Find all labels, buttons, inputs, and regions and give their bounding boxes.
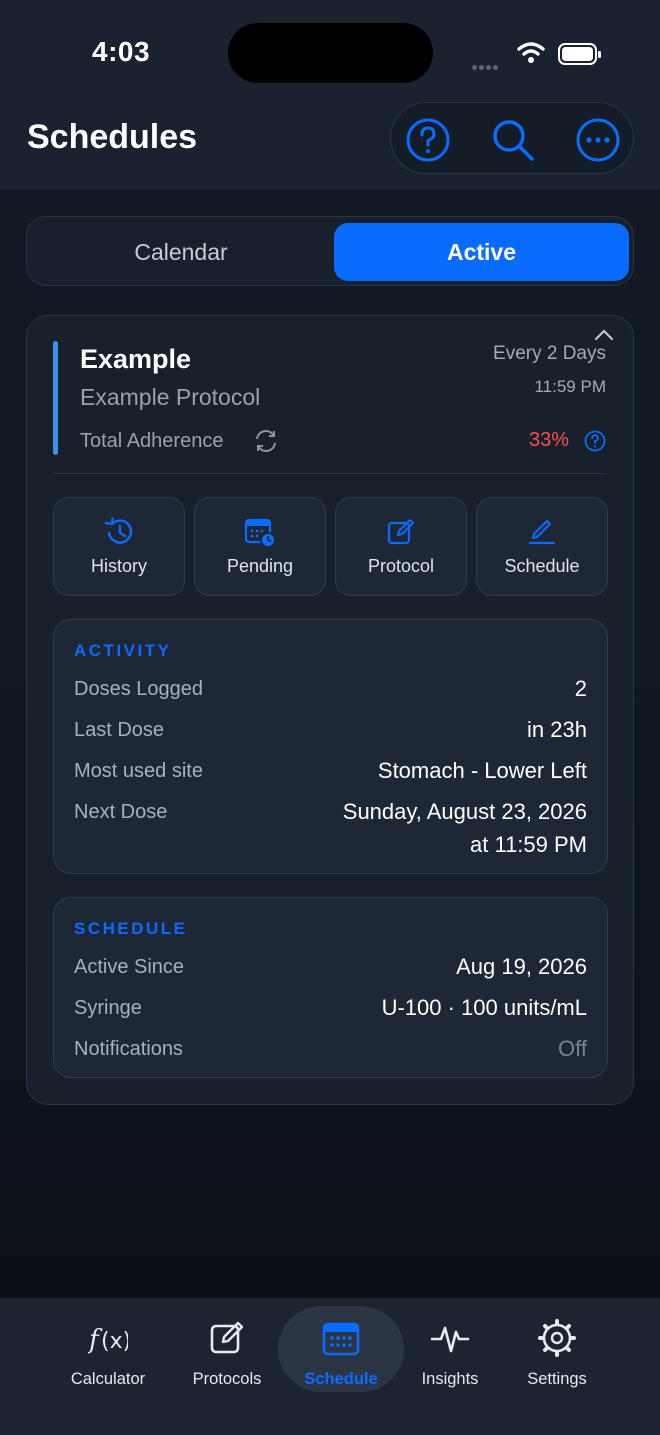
active-since-label: Active Since: [74, 956, 185, 978]
adherence-help-icon[interactable]: [584, 430, 606, 452]
tab-schedule-label: Schedule: [304, 1370, 378, 1388]
calendar-icon: [322, 1322, 360, 1356]
pencil-icon: [528, 520, 556, 545]
pending-button[interactable]: Pending: [194, 497, 326, 596]
pulse-icon: [430, 1326, 470, 1353]
card-divider: [53, 473, 607, 474]
edit-square-icon: [210, 1321, 244, 1354]
refresh-icon[interactable]: [253, 428, 279, 454]
last-dose-value: in 23h: [527, 717, 587, 742]
protocol-subtitle: Example Protocol: [80, 384, 261, 410]
top-header: 4:03 Schedules: [0, 0, 660, 190]
notifications-label: Notifications: [74, 1038, 183, 1060]
active-since-value: Aug 19, 2026: [456, 954, 587, 979]
calendar-clock-icon: [244, 518, 276, 548]
pending-label: Pending: [226, 556, 294, 576]
schedule-heading: SCHEDULE: [74, 919, 188, 938]
history-label: History: [90, 556, 147, 576]
doses-logged-value: 2: [574, 676, 587, 701]
protocol-color-bar: [53, 341, 58, 455]
wifi-icon: [517, 42, 545, 63]
adherence-label: Total Adherence: [80, 430, 224, 452]
syringe-value: U-100 · 100 units/mL: [381, 995, 587, 1020]
next-dose-time: at 11:59 PM: [470, 832, 587, 857]
cellular-signal-icon: [472, 57, 500, 75]
more-icon[interactable]: [575, 117, 621, 163]
last-dose-label: Last Dose: [74, 719, 165, 741]
schedule-edit-button[interactable]: Schedule: [476, 497, 608, 596]
dose-time-label: 11:59 PM: [534, 377, 606, 396]
tab-schedule[interactable]: Schedule: [278, 1306, 404, 1392]
tab-protocols-label: Protocols: [192, 1370, 262, 1388]
battery-icon: [558, 43, 601, 65]
most-used-site-label: Most used site: [74, 760, 203, 782]
most-used-site-value: Stomach - Lower Left: [377, 758, 587, 783]
tab-settings-label: Settings: [527, 1370, 587, 1388]
tab-bar: f (x) Calculator Protocols Schedule Insi…: [0, 1298, 660, 1435]
status-time: 4:03: [92, 36, 151, 67]
function-icon: f (x): [88, 1325, 128, 1355]
dynamic-island: [228, 23, 433, 83]
help-icon[interactable]: [405, 117, 451, 163]
tab-calculator[interactable]: f (x) Calculator: [45, 1306, 171, 1392]
schedule-card: Example Example Protocol Total Adherence…: [26, 315, 634, 1105]
view-segmented-control: Calendar Active: [26, 216, 634, 286]
frequency-label: Every 2 Days: [493, 343, 606, 364]
segment-calendar[interactable]: Calendar: [33, 223, 329, 281]
search-icon[interactable]: [490, 117, 536, 163]
syringe-label: Syringe: [74, 997, 142, 1019]
tab-protocols[interactable]: Protocols: [164, 1306, 290, 1392]
chevron-up-icon[interactable]: [593, 328, 615, 342]
svg-text:(x): (x): [101, 1329, 128, 1354]
protocol-label: Protocol: [367, 556, 435, 576]
edit-square-icon: [387, 519, 414, 545]
header-actions: [390, 102, 634, 174]
history-button[interactable]: History: [53, 497, 185, 596]
next-dose-label: Next Dose: [74, 801, 168, 823]
protocol-name: Example: [80, 344, 192, 374]
activity-section: ACTIVITY Doses Logged 2 Last Dose in 23h…: [53, 619, 608, 874]
tab-settings[interactable]: Settings: [494, 1306, 620, 1392]
next-dose-date: Sunday, August 23, 2026: [342, 799, 587, 824]
protocol-button[interactable]: Protocol: [335, 497, 467, 596]
notifications-value[interactable]: Off: [558, 1036, 587, 1062]
gear-icon: [538, 1319, 576, 1357]
activity-heading: ACTIVITY: [74, 641, 172, 660]
schedule-section: SCHEDULE Active Since Aug 19, 2026 Syrin…: [53, 897, 608, 1078]
segment-active[interactable]: Active: [334, 223, 629, 281]
tab-calculator-label: Calculator: [70, 1370, 146, 1388]
status-icons: [472, 40, 612, 70]
adherence-percent: 33%: [528, 429, 569, 451]
doses-logged-label: Doses Logged: [74, 678, 203, 700]
history-icon: [104, 517, 133, 544]
page-title: Schedules: [27, 118, 198, 156]
schedule-label: Schedule: [504, 556, 580, 576]
